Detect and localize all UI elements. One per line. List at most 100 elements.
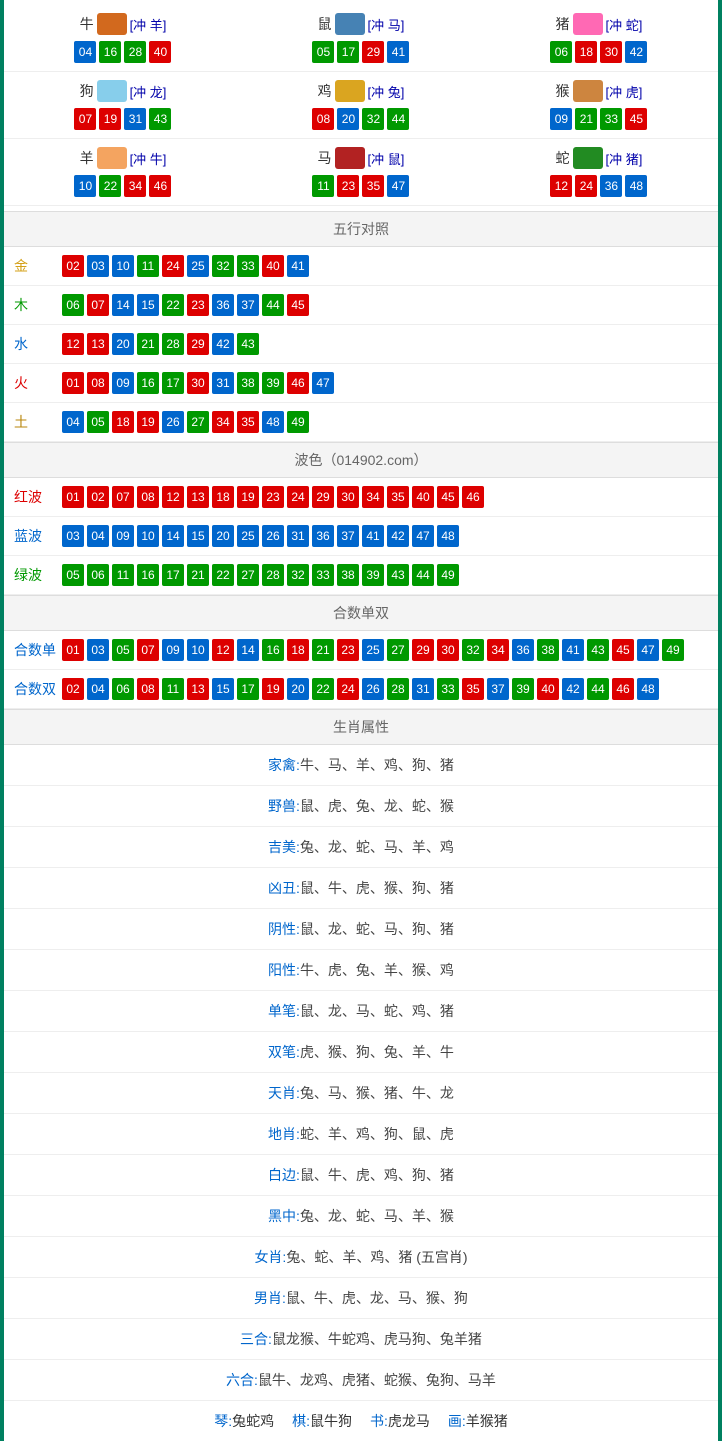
- number-ball: 47: [412, 525, 434, 547]
- number-ball: 25: [187, 255, 209, 277]
- number-ball: 29: [312, 486, 334, 508]
- number-ball: 31: [212, 372, 234, 394]
- attr-row: 家禽: 牛、马、羊、鸡、狗、猪: [4, 745, 718, 786]
- number-ball: 06: [62, 294, 84, 316]
- number-ball: 05: [62, 564, 84, 586]
- number-ball: 35: [387, 486, 409, 508]
- number-row: 火0108091617303138394647: [4, 364, 718, 403]
- number-row: 木06071415222336374445: [4, 286, 718, 325]
- number-ball: 04: [87, 678, 109, 700]
- row-label: 绿波: [14, 565, 62, 585]
- zodiac-name: 蛇: [556, 148, 570, 168]
- number-ball: 48: [437, 525, 459, 547]
- number-ball: 23: [262, 486, 284, 508]
- number-ball: 19: [99, 108, 121, 130]
- number-ball: 41: [387, 41, 409, 63]
- attr-value: 鼠、龙、马、蛇、鸡、猪: [300, 1001, 454, 1021]
- attr-value: 鼠、牛、虎、猴、狗、猪: [300, 878, 454, 898]
- row-nums: 02031011242532334041: [62, 255, 309, 277]
- row-label: 火: [14, 373, 62, 393]
- attr-row: 三合: 鼠龙猴、牛蛇鸡、虎马狗、兔羊猪: [4, 1319, 718, 1360]
- number-ball: 12: [162, 486, 184, 508]
- number-ball: 44: [587, 678, 609, 700]
- number-ball: 31: [287, 525, 309, 547]
- number-ball: 21: [187, 564, 209, 586]
- number-ball: 40: [149, 41, 171, 63]
- zodiac-nums: 11233547: [242, 175, 480, 197]
- number-ball: 21: [312, 639, 334, 661]
- number-ball: 40: [412, 486, 434, 508]
- zodiac-header: 猴[冲 虎]: [480, 80, 718, 102]
- section-header-heshu: 合数单双: [4, 595, 718, 631]
- attr-row: 凶丑: 鼠、牛、虎、猴、狗、猪: [4, 868, 718, 909]
- number-ball: 38: [537, 639, 559, 661]
- number-ball: 33: [437, 678, 459, 700]
- number-ball: 46: [149, 175, 171, 197]
- attr-label: 三合:: [240, 1329, 272, 1349]
- attr-value: 鼠龙猴、牛蛇鸡、虎马狗、兔羊猪: [272, 1329, 482, 1349]
- number-ball: 03: [87, 255, 109, 277]
- number-ball: 24: [337, 678, 359, 700]
- number-ball: 18: [575, 41, 597, 63]
- zodiac-cell: 猴[冲 虎]09213345: [480, 72, 718, 139]
- number-ball: 36: [512, 639, 534, 661]
- number-ball: 33: [237, 255, 259, 277]
- zodiac-name: 牛: [80, 14, 94, 34]
- zodiac-chong: [冲 鼠]: [368, 149, 405, 168]
- row-nums: 0204060811131517192022242628313335373940…: [62, 678, 659, 700]
- number-ball: 23: [187, 294, 209, 316]
- number-ball: 08: [312, 108, 334, 130]
- number-ball: 15: [137, 294, 159, 316]
- number-ball: 45: [437, 486, 459, 508]
- attr-row: 天肖: 兔、马、猴、猪、牛、龙: [4, 1073, 718, 1114]
- attr-label: 单笔:: [268, 1001, 300, 1021]
- number-ball: 41: [287, 255, 309, 277]
- number-ball: 01: [62, 486, 84, 508]
- zodiac-cell: 羊[冲 牛]10223446: [4, 139, 242, 206]
- number-ball: 13: [187, 678, 209, 700]
- number-ball: 41: [562, 639, 584, 661]
- number-ball: 26: [262, 525, 284, 547]
- number-ball: 11: [137, 255, 159, 277]
- attr-label: 野兽:: [268, 796, 300, 816]
- number-ball: 01: [62, 372, 84, 394]
- number-ball: 25: [237, 525, 259, 547]
- partial-val: 羊猴猪: [466, 1413, 508, 1429]
- number-ball: 33: [312, 564, 334, 586]
- row-nums: 05061116172122272832333839434449: [62, 564, 459, 586]
- number-ball: 35: [462, 678, 484, 700]
- number-ball: 23: [337, 639, 359, 661]
- attr-label: 凶丑:: [268, 878, 300, 898]
- number-ball: 02: [87, 486, 109, 508]
- zodiac-name: 马: [318, 148, 332, 168]
- attr-row: 六合: 鼠牛、龙鸡、虎猪、蛇猴、兔狗、马羊: [4, 1360, 718, 1401]
- attr-value: 兔、龙、蛇、马、羊、鸡: [300, 837, 454, 857]
- number-ball: 38: [337, 564, 359, 586]
- number-ball: 24: [287, 486, 309, 508]
- partial-item: 棋:鼠牛狗: [292, 1411, 352, 1431]
- number-ball: 03: [62, 525, 84, 547]
- row-nums: 03040910141520252631363741424748: [62, 525, 459, 547]
- number-ball: 39: [512, 678, 534, 700]
- section-header-shuxing: 生肖属性: [4, 709, 718, 745]
- number-ball: 17: [337, 41, 359, 63]
- zodiac-chong: [冲 羊]: [130, 15, 167, 34]
- main-container: 牛[冲 羊]04162840鼠[冲 马]05172941猪[冲 蛇]061830…: [0, 0, 722, 1441]
- number-ball: 34: [362, 486, 384, 508]
- number-ball: 10: [112, 255, 134, 277]
- attr-value: 鼠牛、龙鸡、虎猪、蛇猴、兔狗、马羊: [258, 1370, 496, 1390]
- partial-pfx: 棋:: [292, 1413, 310, 1429]
- number-ball: 16: [262, 639, 284, 661]
- heshu-rows: 合数单0103050709101214161821232527293032343…: [4, 631, 718, 709]
- number-ball: 04: [62, 411, 84, 433]
- partial-pfx: 画:: [448, 1413, 466, 1429]
- partial-val: 兔蛇鸡: [232, 1413, 274, 1429]
- number-ball: 05: [312, 41, 334, 63]
- partial-item: 画:羊猴猪: [448, 1411, 508, 1431]
- partial-pfx: 琴:: [214, 1413, 232, 1429]
- number-ball: 44: [262, 294, 284, 316]
- zodiac-chong: [冲 虎]: [606, 82, 643, 101]
- zodiac-chong: [冲 蛇]: [606, 15, 643, 34]
- number-ball: 40: [537, 678, 559, 700]
- number-ball: 25: [362, 639, 384, 661]
